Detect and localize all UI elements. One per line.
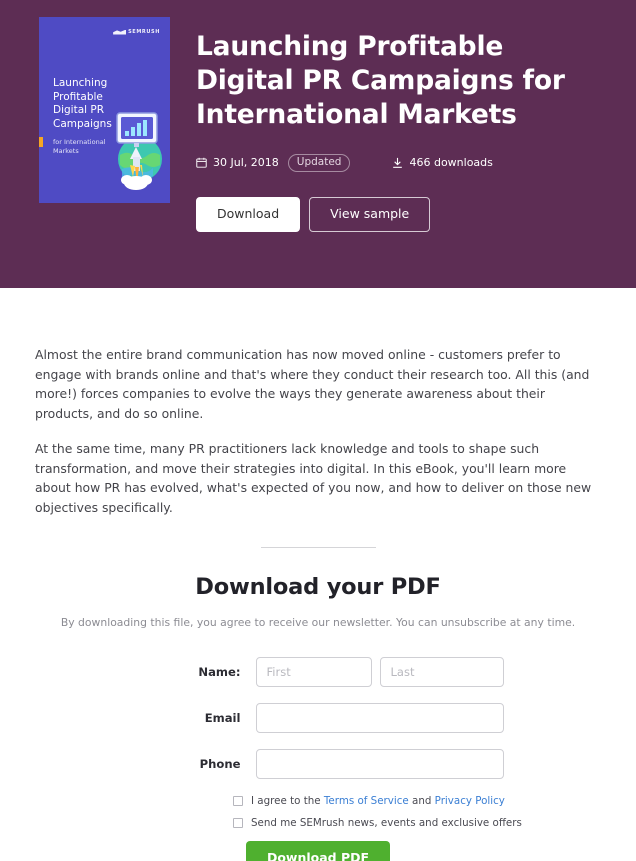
hero-action-buttons: Download View sample — [196, 196, 586, 232]
newsletter-consent-label: Send me SEMrush news, events and exclusi… — [251, 817, 522, 829]
submit-row: Download PDF — [35, 841, 601, 861]
form-row-name: Name: — [35, 657, 601, 687]
terms-consent-label: I agree to the Terms of Service and Priv… — [251, 795, 505, 807]
phone-input[interactable] — [255, 749, 504, 779]
download-button[interactable]: Download — [196, 196, 301, 232]
intro-paragraph-2: At the same time, many PR practitioners … — [35, 441, 592, 515]
status-badge-updated: Updated — [287, 154, 351, 172]
downloads-count: 466 downloads — [392, 156, 493, 170]
phone-label: Phone — [199, 757, 241, 771]
download-form: Name: Email Phone I agree to the Terms o… — [35, 657, 601, 861]
intro-paragraph-1: Almost the entire brand communication ha… — [35, 347, 590, 421]
semrush-logo-text: SEMRUSH — [128, 29, 160, 35]
hero-text-block: Launching Profitable Digital PR Campaign… — [170, 17, 586, 232]
consent-checkboxes: I agree to the Terms of Service and Priv… — [35, 795, 601, 829]
hero-banner: SEMRUSH Launching Profitable Digital PR … — [0, 0, 636, 288]
newsletter-consent-row: Send me SEMrush news, events and exclusi… — [233, 817, 601, 829]
downloads-count-text: 466 downloads — [409, 156, 493, 170]
last-name-input[interactable] — [379, 657, 504, 687]
rocket-monitor-illustration-icon — [116, 112, 162, 190]
terms-consent-prefix: I agree to the — [251, 795, 324, 807]
section-divider — [260, 547, 376, 548]
terms-consent-middle: and — [408, 795, 435, 807]
email-input[interactable] — [255, 703, 504, 733]
first-name-input[interactable] — [255, 657, 372, 687]
semrush-logo: SEMRUSH — [113, 29, 160, 35]
ebook-cover-thumbnail[interactable]: SEMRUSH Launching Profitable Digital PR … — [39, 17, 170, 203]
content-section: Almost the entire brand communication ha… — [0, 345, 636, 861]
semrush-logomark-icon — [113, 29, 127, 35]
name-label: Name: — [198, 665, 241, 679]
terms-consent-row: I agree to the Terms of Service and Priv… — [233, 795, 601, 807]
newsletter-disclaimer: By downloading this file, you agree to r… — [60, 616, 576, 629]
metadata-row: 30 Jul, 2018 Updated 466 downloads — [196, 154, 586, 172]
download-section-heading: Download your PDF — [195, 574, 441, 600]
cover-accent-tick — [39, 137, 43, 147]
download-pdf-submit-button[interactable]: Download PDF — [245, 841, 391, 861]
calendar-icon — [196, 158, 207, 168]
form-row-phone: Phone — [35, 749, 601, 779]
terms-of-service-link[interactable]: Terms of Service — [324, 795, 409, 807]
email-label: Email — [204, 711, 241, 725]
form-row-email: Email — [35, 703, 601, 733]
hero-inner: SEMRUSH Launching Profitable Digital PR … — [0, 0, 636, 232]
download-icon — [393, 157, 403, 168]
privacy-policy-link[interactable]: Privacy Policy — [435, 795, 505, 807]
view-sample-button[interactable]: View sample — [309, 196, 431, 232]
newsletter-consent-checkbox[interactable] — [233, 818, 243, 828]
publish-date-text: 30 Jul, 2018 — [213, 156, 279, 170]
page-title: Launching Profitable Digital PR Campaign… — [196, 31, 565, 130]
publish-date: 30 Jul, 2018 — [196, 156, 279, 169]
terms-consent-checkbox[interactable] — [233, 796, 243, 806]
